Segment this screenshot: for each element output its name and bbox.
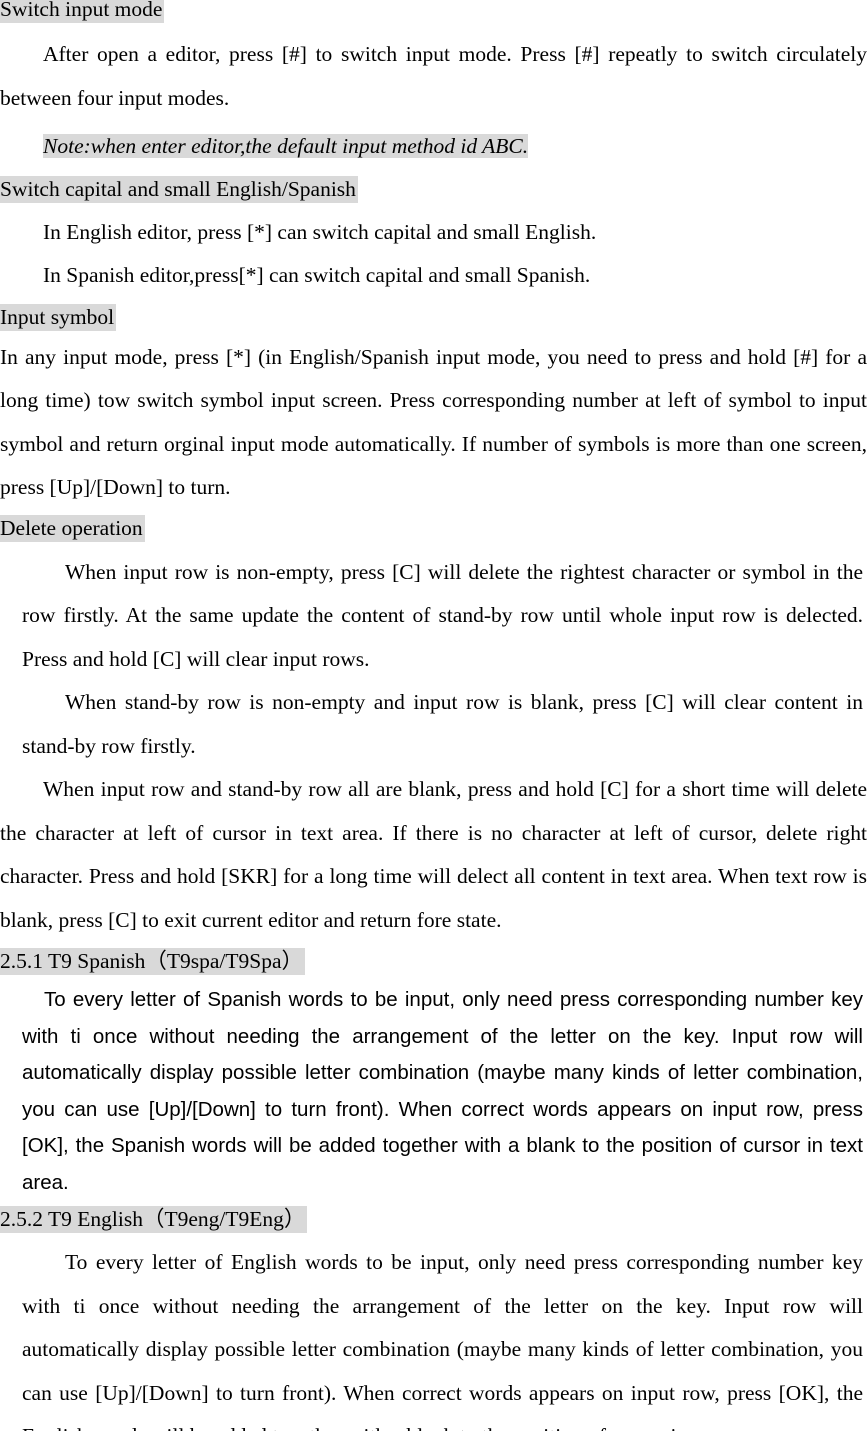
- heading-t9-spanish: 2.5.1 T9 Spanish（T9spa/T9Spa）: [0, 947, 867, 976]
- paragraph-input-symbol-1: In any input mode, press [*] (in English…: [0, 344, 867, 500]
- heading-delete-operation: Delete operation: [0, 514, 867, 543]
- paragraph-delete-operation-3: When input row and stand-by row all are …: [0, 777, 867, 932]
- note-text: Note:when enter editor,the default input…: [43, 134, 529, 158]
- paragraph-delete-operation-2: When stand-by row is non-empty and input…: [22, 690, 863, 758]
- heading-switch-input-mode-text: Switch input mode: [0, 0, 165, 23]
- heading-delete-operation-text: Delete operation: [0, 514, 145, 542]
- heading-input-symbol-text: Input symbol: [0, 303, 117, 331]
- heading-switch-input-mode: Switch input mode: [0, 0, 867, 24]
- document-page: Switch input mode After open a editor, p…: [0, 0, 867, 1431]
- heading-t9-spanish-text: 2.5.1 T9 Spanish（T9spa/T9Spa）: [0, 948, 305, 975]
- note-default-input-method: Note:when enter editor,the default input…: [0, 125, 867, 169]
- heading-t9-english-text: 2.5.2 T9 English（T9eng/T9Eng）: [0, 1206, 308, 1233]
- paragraph-switch-input-mode-1: After open a editor, press [#] to switch…: [0, 42, 867, 110]
- paragraph-switch-capital-2: In Spanish editor,press[*] can switch ca…: [43, 263, 591, 287]
- heading-switch-capital-small: Switch capital and small English/Spanish: [0, 175, 867, 204]
- paragraph-t9-english-1: To every letter of English words to be i…: [22, 1250, 863, 1431]
- heading-input-symbol: Input symbol: [0, 303, 867, 332]
- paragraph-switch-capital-1: In English editor, press [*] can switch …: [43, 219, 597, 244]
- heading-switch-capital-small-text: Switch capital and small English/Spanish: [0, 175, 358, 203]
- paragraph-t9-spanish-1: To every letter of Spanish words to be i…: [22, 988, 863, 1194]
- paragraph-delete-operation-1: When input row is non-empty, press [C] w…: [22, 559, 863, 671]
- heading-t9-english: 2.5.2 T9 English（T9eng/T9Eng）: [0, 1205, 867, 1234]
